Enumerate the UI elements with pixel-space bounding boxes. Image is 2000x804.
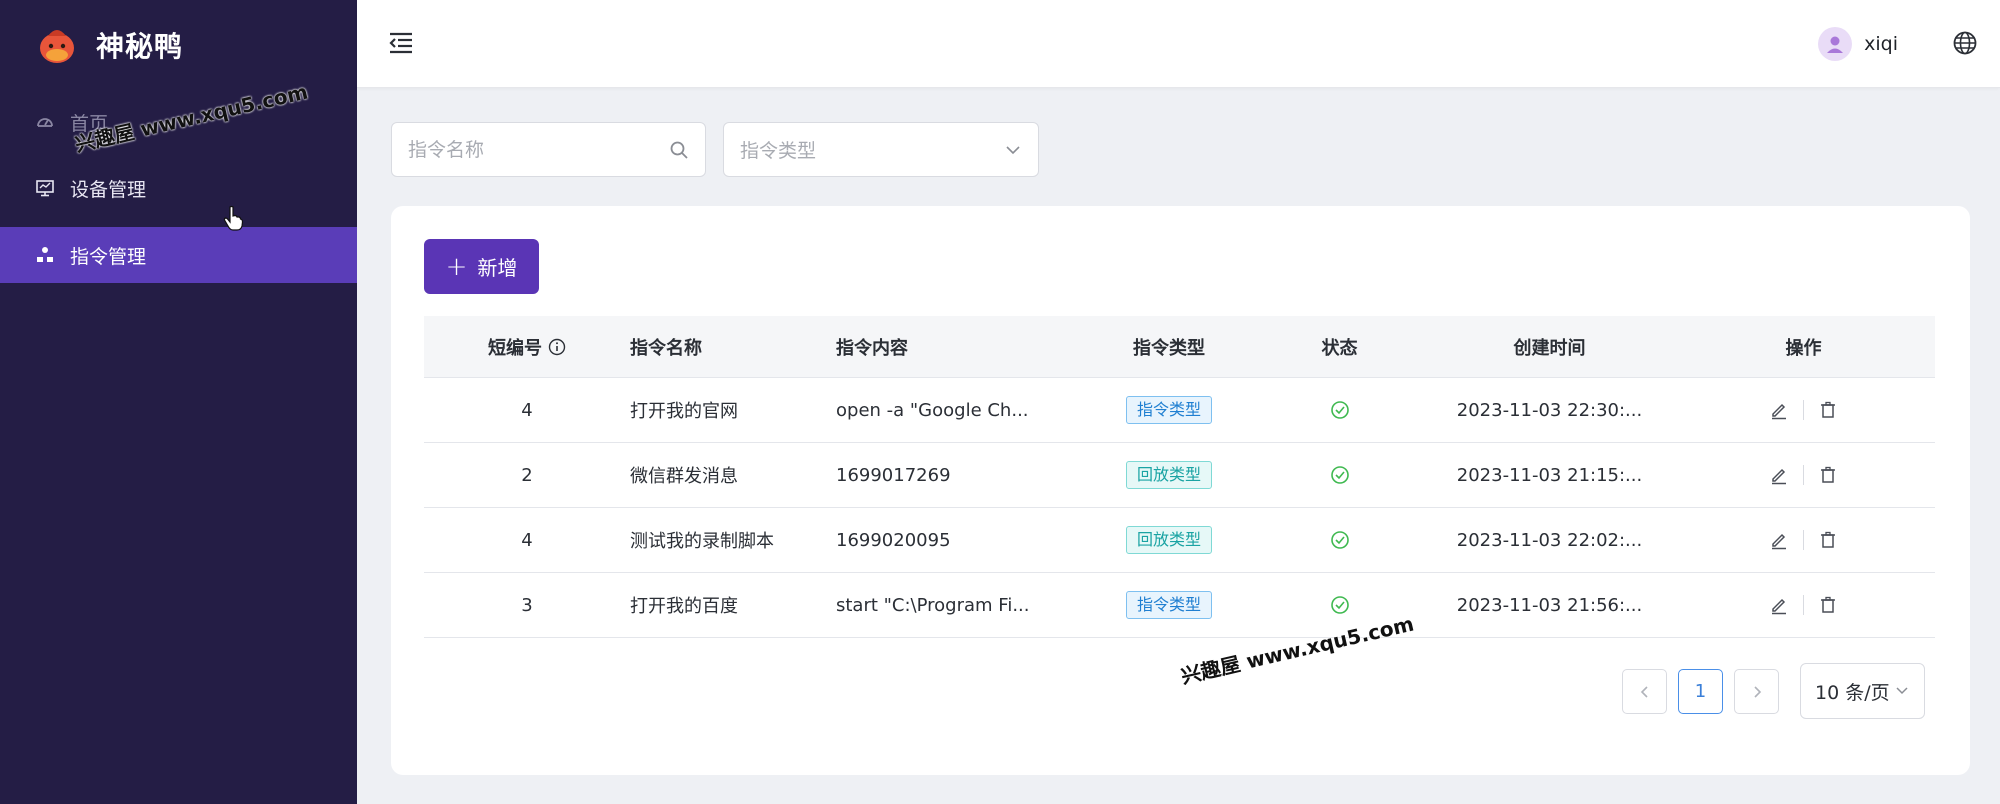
status-check-icon [1330,466,1349,484]
table-row: 2 微信群发消息 1699017269 回放类型 2023-11-03 21:1… [424,443,1935,508]
info-circle-icon[interactable] [548,338,566,356]
sidebar-item-commands[interactable]: 指令管理 [0,227,357,283]
duck-logo-icon [40,30,74,63]
cell-short-id: 3 [521,594,533,616]
table-row: 3 打开我的百度 start "C:\Program Fi... 指令类型 20… [424,573,1935,638]
cell-created: 2023-11-03 22:02:... [1456,529,1643,551]
column-header-created: 创建时间 [1513,337,1586,359]
pagination-prev-button[interactable] [1622,669,1667,714]
cell-name: 测试我的录制脚本 [630,531,774,552]
edit-icon[interactable] [1769,400,1789,420]
cell-actions [1672,595,1935,615]
delete-icon[interactable] [1818,595,1838,615]
avatar [1818,27,1853,61]
top-header: xiqi [357,0,2000,88]
cell-name: 打开我的官网 [630,401,738,422]
user-menu[interactable]: xiqi [1818,26,1898,62]
cell-actions [1672,530,1935,550]
dashboard-icon [34,111,56,133]
table-header: 短编号 指令名称 指令内容 指令类型 状态 创建时间 操作 [424,316,1935,378]
delete-icon[interactable] [1818,465,1838,485]
type-tag: 回放类型 [1125,461,1212,489]
command-name-search[interactable] [391,122,706,177]
column-header-actions: 操作 [1785,337,1822,359]
username: xiqi [1864,33,1898,55]
chevron-down-icon [1006,145,1020,154]
delete-icon[interactable] [1818,530,1838,550]
sidebar-item-label: 设备管理 [70,178,147,201]
chevron-down-icon [1896,687,1908,695]
edit-icon[interactable] [1769,530,1789,550]
commands-table: 短编号 指令名称 指令内容 指令类型 状态 创建时间 操作 4 打开我的官网 o… [424,316,1935,638]
cell-actions [1672,400,1935,420]
pagination-next-button[interactable] [1734,669,1779,714]
cell-short-id: 2 [521,464,533,486]
type-tag: 回放类型 [1125,526,1212,554]
column-header-short-id: 短编号 [424,334,630,360]
sidebar-item-devices[interactable]: 设备管理 [0,160,357,216]
cell-created: 2023-11-03 21:56:... [1456,594,1643,616]
cell-name: 打开我的百度 [630,596,738,617]
type-tag: 指令类型 [1125,396,1212,424]
command-type-placeholder: 指令类型 [740,140,817,162]
type-tag: 指令类型 [1125,591,1212,619]
status-check-icon [1330,531,1349,549]
edit-icon[interactable] [1769,465,1789,485]
cell-content: 1699017269 [836,464,951,486]
cell-name: 微信群发消息 [630,466,738,487]
chevron-right-icon [1753,685,1761,698]
column-header-type: 指令类型 [1133,337,1205,359]
cell-actions [1672,465,1935,485]
monitor-icon [34,177,56,199]
plus-icon: + [445,251,468,282]
add-command-button[interactable]: + 新增 [424,239,539,294]
cell-content: start "C:\Program Fi... [836,594,1030,616]
column-header-status: 状态 [1321,337,1358,359]
edit-icon[interactable] [1769,595,1789,615]
cell-created: 2023-11-03 22:30:... [1456,399,1643,421]
add-button-label: 新增 [477,256,518,280]
status-check-icon [1330,401,1349,419]
table-row: 4 测试我的录制脚本 1699020095 回放类型 2023-11-03 22… [424,508,1935,573]
language-globe-icon[interactable] [1952,30,1978,56]
sidebar-item-label: 指令管理 [70,245,147,268]
column-header-name: 指令名称 [630,337,702,359]
app-name: 神秘鸭 [96,30,184,63]
cell-short-id: 4 [521,399,533,421]
table-row: 4 打开我的官网 open -a "Google Ch... 指令类型 2023… [424,378,1935,443]
user-avatar-icon [1827,36,1844,53]
pagination-page-1[interactable]: 1 [1678,669,1723,714]
cell-short-id: 4 [521,529,533,551]
cell-content: 1699020095 [836,529,951,551]
column-header-content: 指令内容 [836,337,908,359]
delete-icon[interactable] [1818,400,1838,420]
status-check-icon [1330,596,1349,614]
cell-created: 2023-11-03 21:15:... [1456,464,1643,486]
hand-cursor-icon [223,205,244,231]
menu-fold-icon[interactable] [387,29,415,57]
brand[interactable]: 神秘鸭 [34,20,183,70]
command-name-input[interactable] [408,138,669,161]
hierarchy-icon [34,244,56,266]
cell-content: open -a "Google Ch... [836,399,1029,421]
page-size-select[interactable]: 10 条/页 [1800,663,1925,719]
chevron-left-icon [1640,685,1648,698]
search-icon[interactable] [669,140,689,160]
command-type-select[interactable]: 指令类型 [723,122,1039,177]
page-size-label: 10 条/页 [1815,681,1890,704]
